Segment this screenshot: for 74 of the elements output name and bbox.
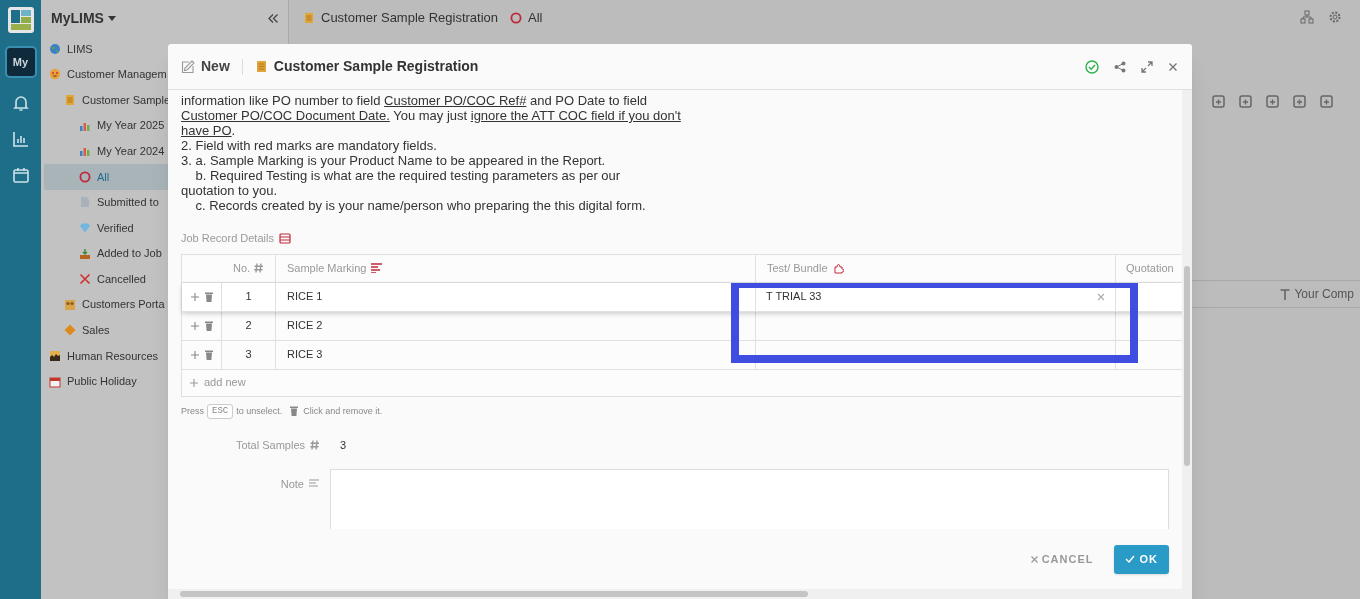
- key-label: ESC: [207, 403, 234, 419]
- circle-icon: [79, 170, 91, 183]
- hint-text: Press: [181, 404, 204, 418]
- cross-icon: [79, 273, 91, 286]
- column-header: Your Comp: [1294, 286, 1354, 303]
- expand-icon[interactable]: [1141, 60, 1153, 73]
- globe-icon: [49, 42, 61, 55]
- inbox-icon: [79, 247, 91, 260]
- instruction-text: Customer PO/COC Document Date. You may just ignore the ATT COC field if you don't: [181, 108, 682, 123]
- instruction-text: have PO.: [181, 123, 237, 138]
- column-header: Test/ Bundle: [767, 260, 828, 276]
- close-icon: [1030, 555, 1038, 563]
- field-value: 3: [340, 438, 347, 453]
- view-label: All: [528, 9, 543, 28]
- field-label: Note: [280, 476, 304, 492]
- plus-icon[interactable]: [190, 292, 199, 301]
- plus-icon: [190, 378, 198, 387]
- people-icon: [64, 298, 76, 311]
- page-title: Customer Sample Registration: [321, 9, 499, 28]
- instruction-text: c. Records created by is your name/person who preparing the this digital form.: [194, 198, 647, 213]
- edit-icon: [181, 59, 195, 74]
- column-header: No.: [232, 260, 251, 276]
- table-cell: RICE 1: [275, 282, 755, 311]
- plus-icon[interactable]: [190, 321, 199, 330]
- gem-icon: [79, 221, 91, 234]
- document-icon: [79, 196, 91, 209]
- trash-icon[interactable]: [204, 349, 213, 360]
- app-logo-icon[interactable]: [6, 6, 35, 34]
- column-header: Sample Marking: [287, 260, 367, 276]
- scroll-icon: [64, 94, 76, 106]
- clear-icon[interactable]: [1097, 292, 1105, 301]
- scrollbar-thumb[interactable]: [180, 591, 808, 597]
- table-cell-text: T TRIAL 33: [766, 289, 822, 305]
- share-icon[interactable]: [1114, 60, 1126, 73]
- workspace-button[interactable]: My: [6, 48, 35, 76]
- table-cell: RICE 2: [275, 311, 755, 340]
- section-label: Job Record Details: [181, 231, 274, 246]
- bar-chart-icon: [79, 145, 91, 158]
- scroll-icon: [254, 60, 268, 73]
- column-header: Quotation: [1126, 260, 1174, 276]
- close-icon[interactable]: [1168, 61, 1178, 72]
- plus-icon[interactable]: [190, 350, 199, 359]
- smiley-icon: [49, 68, 61, 81]
- check-circle-icon[interactable]: [1085, 59, 1099, 74]
- check-icon: [1124, 555, 1135, 563]
- text-icon: [1280, 288, 1291, 300]
- circle-icon: [510, 12, 523, 24]
- text-lines-icon: [309, 479, 319, 489]
- hash-icon: [254, 263, 264, 273]
- settings-icon[interactable]: [1328, 10, 1342, 24]
- field-label: Total Samples: [235, 438, 305, 453]
- table-cell: 2: [221, 311, 275, 340]
- instruction-text: 2. Field with red marks are mandatory fields.: [181, 138, 438, 153]
- trash-icon[interactable]: [204, 291, 213, 302]
- sunset-icon: [49, 349, 61, 362]
- diamond-icon: [64, 324, 76, 337]
- trash-icon[interactable]: [204, 320, 213, 331]
- sitemap-icon[interactable]: [1300, 10, 1314, 24]
- trash-icon: [290, 406, 299, 417]
- scroll-icon: [303, 12, 315, 24]
- scrollbar-thumb[interactable]: [1184, 266, 1190, 466]
- app-title[interactable]: MyLIMS: [51, 7, 104, 29]
- table-cell: RICE 3: [275, 340, 755, 369]
- bell-icon[interactable]: [11, 94, 30, 112]
- instruction-text: information like PO number to field Customer PO/COC Ref# and PO Date to field: [181, 93, 649, 108]
- hint-text: Click and remove it.: [303, 404, 383, 418]
- table-cell: 1: [221, 282, 275, 311]
- text-lines-icon: [371, 263, 383, 273]
- table-cell: 3: [221, 340, 275, 369]
- caret-icon[interactable]: [107, 15, 116, 21]
- hash-icon: [310, 440, 319, 451]
- hint-text: to unselect.: [236, 404, 283, 418]
- table-icon: [278, 232, 291, 244]
- collapse-icon[interactable]: [268, 13, 278, 23]
